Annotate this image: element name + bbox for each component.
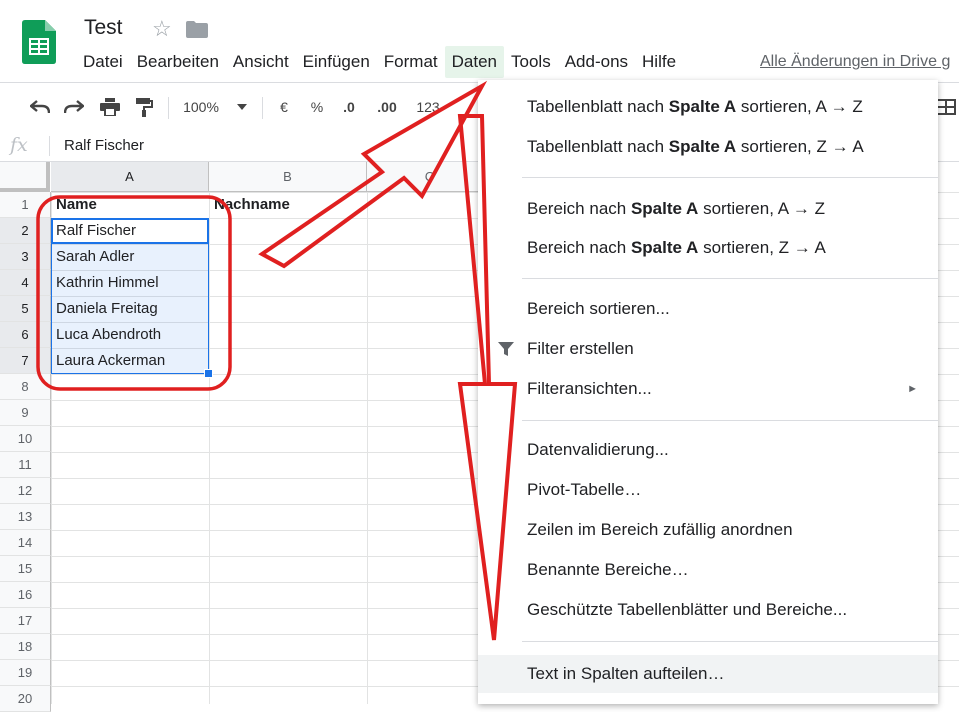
menu-separator <box>522 177 938 178</box>
paint-roller-icon <box>136 98 153 117</box>
menu-hilfe[interactable]: Hilfe <box>635 46 683 78</box>
star-icon[interactable]: ☆ <box>152 16 172 42</box>
menu-separator <box>522 641 938 642</box>
currency-format-button[interactable]: € <box>274 95 294 119</box>
filter-icon <box>498 342 514 356</box>
menu-item-filter-views[interactable]: Filteransichten... ► <box>478 372 938 406</box>
paint-format-button[interactable] <box>132 95 156 119</box>
table-icon <box>936 99 956 115</box>
row-header[interactable]: 12 <box>0 478 51 504</box>
menu-bearbeiten[interactable]: Bearbeiten <box>130 46 226 78</box>
undo-icon <box>30 100 50 114</box>
print-icon <box>100 98 120 116</box>
menu-ansicht[interactable]: Ansicht <box>226 46 296 78</box>
menu-item-named-ranges[interactable]: Benannte Bereiche… <box>478 553 938 587</box>
function-icon: fx <box>10 134 28 156</box>
menu-format[interactable]: Format <box>377 46 445 78</box>
menu-item-sort-range-za[interactable]: Bereich nach Spalte A sortieren, Z → A <box>478 231 938 265</box>
menu-bar: Datei Bearbeiten Ansicht Einfügen Format… <box>76 46 683 78</box>
menu-item-sort-range[interactable]: Bereich sortieren... <box>478 292 938 326</box>
folder-icon[interactable] <box>186 21 208 38</box>
cell-b1[interactable]: Nachname <box>209 192 367 218</box>
row-header[interactable]: 4 <box>0 270 51 296</box>
column-header-c[interactable]: C <box>367 162 493 192</box>
row-header[interactable]: 6 <box>0 322 51 348</box>
row-header[interactable]: 9 <box>0 400 51 426</box>
menu-datei[interactable]: Datei <box>76 46 130 78</box>
row-header[interactable]: 8 <box>0 374 51 400</box>
row-header[interactable]: 3 <box>0 244 51 270</box>
formula-divider <box>49 136 50 156</box>
zoom-select[interactable]: 100% <box>180 95 250 119</box>
row-header[interactable]: 19 <box>0 660 51 686</box>
menu-addons[interactable]: Add-ons <box>558 46 635 78</box>
menu-item-sort-sheet-az[interactable]: Tabellenblatt nach Spalte A sortieren, A… <box>478 90 938 124</box>
menu-item-split-text-to-columns[interactable]: Text in Spalten aufteilen… <box>478 655 938 693</box>
menu-item-create-filter[interactable]: Filter erstellen <box>478 332 938 366</box>
menu-item-sort-range-az[interactable]: Bereich nach Spalte A sortieren, A → Z <box>478 192 938 226</box>
fill-handle[interactable] <box>204 369 213 378</box>
menu-item-pivot-table[interactable]: Pivot-Tabelle… <box>478 473 938 507</box>
menu-separator <box>522 420 938 421</box>
percent-format-button[interactable]: % <box>306 95 328 119</box>
row-header[interactable]: 1 <box>0 192 51 218</box>
cell-a4[interactable]: Kathrin Himmel <box>51 270 209 296</box>
row-header[interactable]: 13 <box>0 504 51 530</box>
column-header-a[interactable]: A <box>51 162 209 192</box>
row-header[interactable]: 11 <box>0 452 51 478</box>
row-header[interactable]: 15 <box>0 556 51 582</box>
increase-decimal-button[interactable]: .00 <box>374 95 400 119</box>
row-header[interactable]: 5 <box>0 296 51 322</box>
decrease-decimal-button[interactable]: .0 <box>338 95 360 119</box>
title-bar: Test ☆ Datei Bearbeiten Ansicht Einfügen… <box>0 0 959 83</box>
cell-a5[interactable]: Daniela Freitag <box>51 296 209 322</box>
toolbar-divider <box>168 97 169 119</box>
menu-tools[interactable]: Tools <box>504 46 558 78</box>
menu-item-sort-sheet-za[interactable]: Tabellenblatt nach Spalte A sortieren, Z… <box>478 130 938 164</box>
cell-a3[interactable]: Sarah Adler <box>51 244 209 270</box>
row-header[interactable]: 10 <box>0 426 51 452</box>
save-status-link[interactable]: Alle Änderungen in Drive g <box>760 53 950 71</box>
row-header[interactable]: 2 <box>0 218 51 244</box>
daten-menu: Tabellenblatt nach Spalte A sortieren, A… <box>478 80 938 704</box>
menu-daten[interactable]: Daten <box>444 46 505 78</box>
menu-item-protected-sheets[interactable]: Geschützte Tabellenblätter und Bereiche.… <box>478 593 938 627</box>
row-header[interactable]: 14 <box>0 530 51 556</box>
cell-a1[interactable]: Name <box>51 192 209 218</box>
row-header[interactable]: 20 <box>0 686 51 712</box>
print-button[interactable] <box>98 95 122 119</box>
column-header-b[interactable]: B <box>209 162 367 192</box>
row-header[interactable]: 18 <box>0 634 51 660</box>
number-format-button[interactable]: 123 <box>408 95 448 119</box>
redo-button[interactable] <box>62 95 86 119</box>
cell-a6[interactable]: Luca Abendroth <box>51 322 209 348</box>
submenu-arrow-icon: ► <box>907 383 918 395</box>
menu-einfuegen[interactable]: Einfügen <box>296 46 377 78</box>
menu-item-data-validation[interactable]: Datenvalidierung... <box>478 433 938 467</box>
dropdown-arrow-icon <box>236 104 247 110</box>
google-sheets-logo-icon[interactable] <box>22 20 56 64</box>
formula-input[interactable]: Ralf Fischer <box>64 137 144 154</box>
zoom-value: 100% <box>183 99 219 115</box>
redo-icon <box>64 100 84 114</box>
cell-a2[interactable]: Ralf Fischer <box>51 218 209 244</box>
row-header[interactable]: 16 <box>0 582 51 608</box>
cell-a7[interactable]: Laura Ackerman <box>51 348 209 374</box>
toolbar-divider <box>262 97 263 119</box>
undo-button[interactable] <box>28 95 52 119</box>
select-all-corner[interactable] <box>0 162 50 192</box>
document-title[interactable]: Test <box>84 16 123 40</box>
menu-item-randomize-range[interactable]: Zeilen im Bereich zufällig anordnen <box>478 513 938 547</box>
row-header[interactable]: 17 <box>0 608 51 634</box>
menu-separator <box>522 278 938 279</box>
row-header[interactable]: 7 <box>0 348 51 374</box>
